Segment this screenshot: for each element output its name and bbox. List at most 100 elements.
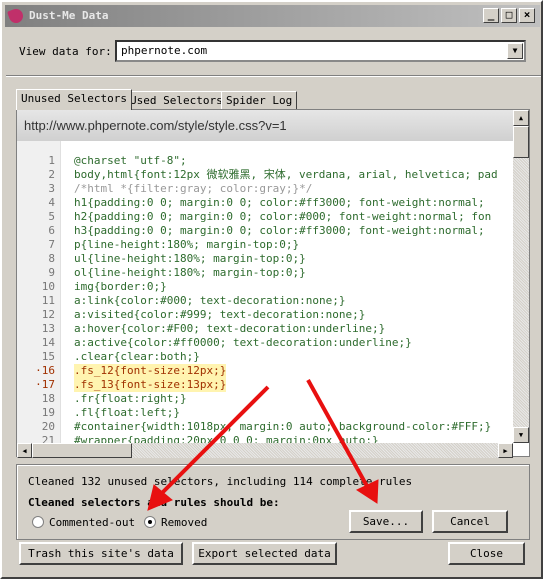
line-number: 12 <box>41 308 55 321</box>
line-text: @charset "utf-8"; <box>74 154 187 167</box>
line-number: 18 <box>41 392 55 405</box>
code-line: ·17 .fs_13{font-size:13px;} <box>17 378 513 392</box>
code-view: 1 @charset "utf-8"; 2 body,html{font:12px 微… <box>17 154 513 443</box>
removed-label[interactable]: Removed <box>161 516 207 529</box>
horizontal-scrollbar[interactable]: ◀ ▶ <box>17 443 513 458</box>
window-title: Dust-Me Data <box>29 9 109 22</box>
line-text: body,html{font:12px 微软雅黑, 宋体, verdana, a… <box>74 168 498 181</box>
line-number: 9 <box>48 266 55 279</box>
line-text: p{line-height:180%; margin-top:0;} <box>74 238 300 251</box>
line-number: 19 <box>41 406 55 419</box>
clean-question: Cleaned selectors and rules should be: <box>28 496 280 509</box>
removed-radio[interactable] <box>144 516 156 528</box>
line-text: .fs_13{font-size:13px;} <box>74 378 227 392</box>
tab-unused-selectors[interactable]: Unused Selectors <box>16 89 132 110</box>
clean-options-group: Cleaned 132 unused selectors, including … <box>16 464 530 540</box>
line-number: 7 <box>48 238 55 251</box>
line-number: 13 <box>41 322 55 335</box>
clean-status: Cleaned 132 unused selectors, including … <box>28 475 413 488</box>
dropdown-arrow-icon[interactable]: ▼ <box>507 43 523 59</box>
code-line: 14 a:active{color:#ff0000; text-decoratio… <box>17 336 513 350</box>
save-button[interactable]: Save... <box>349 510 423 533</box>
code-line: 5 h2{padding:0 0; margin:0 0; color:#000;… <box>17 210 513 224</box>
line-text: .fr{float:right;} <box>74 392 187 405</box>
dust-me-data-window: Dust-Me Data _ □ × View data for: phpern… <box>0 0 543 579</box>
line-text: .fs_12{font-size:12px;} <box>74 364 227 378</box>
code-line: 21 #wrapper{padding:20px 0 0 0; margin:0p… <box>17 434 513 443</box>
site-select[interactable]: phpernote.com ▼ <box>115 40 526 62</box>
code-line: ·16 .fs_12{font-size:12px;} <box>17 364 513 378</box>
line-number: 15 <box>41 350 55 363</box>
code-line: 2 body,html{font:12px 微软雅黑, 宋体, verdana, … <box>17 168 513 182</box>
line-number: 20 <box>41 420 55 433</box>
commented-out-label[interactable]: Commented-out <box>49 516 135 529</box>
scroll-thumb-horizontal[interactable] <box>32 443 132 458</box>
code-line: 3 /*html *{filter:gray; color:gray;}*/ <box>17 182 513 196</box>
vertical-scrollbar[interactable]: ▲ ▼ <box>513 110 529 443</box>
code-line: 15 .clear{clear:both;} <box>17 350 513 364</box>
stylesheet-url: http://www.phpernote.com/style/style.css… <box>17 110 513 141</box>
divider <box>6 75 541 77</box>
line-number: 5 <box>48 210 55 223</box>
maximize-button[interactable]: □ <box>501 8 517 23</box>
code-line: 11 a:link{color:#000; text-decoration:non… <box>17 294 513 308</box>
line-text: a:hover{color:#F00; text-decoration:unde… <box>74 322 386 335</box>
line-number: 11 <box>41 294 55 307</box>
line-text: /*html *{filter:gray; color:gray;}*/ <box>74 182 313 195</box>
view-data-label: View data for: <box>19 45 112 58</box>
close-button[interactable]: Close <box>448 542 525 565</box>
minimize-button[interactable]: _ <box>483 8 499 23</box>
line-number: 3 <box>48 182 55 195</box>
line-text: .clear{clear:both;} <box>74 350 200 363</box>
scroll-left-icon[interactable]: ◀ <box>17 443 32 458</box>
scroll-thumb[interactable] <box>513 126 529 158</box>
line-text: h2{padding:0 0; margin:0 0; color:#000; … <box>74 210 492 223</box>
code-line: 10 img{border:0;} <box>17 280 513 294</box>
code-line: 4 h1{padding:0 0; margin:0 0; color:#ff30… <box>17 196 513 210</box>
line-text: #container{width:1018px; margin:0 auto; … <box>74 420 492 433</box>
scroll-up-icon[interactable]: ▲ <box>513 110 529 126</box>
line-number: 1 <box>48 154 55 167</box>
line-text: .fl{float:left;} <box>74 406 180 419</box>
code-line: 13 a:hover{color:#F00; text-decoration:un… <box>17 322 513 336</box>
line-text: a:visited{color:#999; text-decoration:no… <box>74 308 366 321</box>
tab-used-selectors[interactable]: Used Selectors <box>125 91 228 110</box>
commented-out-radio[interactable] <box>32 516 44 528</box>
export-selected-data-button[interactable]: Export selected data <box>192 542 337 565</box>
close-window-button[interactable]: × <box>519 8 535 23</box>
line-number: 2 <box>48 168 55 181</box>
code-line: 7 p{line-height:180%; margin-top:0;} <box>17 238 513 252</box>
line-number: 21 <box>41 434 55 443</box>
code-line: 19 .fl{float:left;} <box>17 406 513 420</box>
line-text: h1{padding:0 0; margin:0 0; color:#ff300… <box>74 196 485 209</box>
line-text: a:link{color:#000; text-decoration:none;… <box>74 294 346 307</box>
trash-site-data-button[interactable]: Trash this site's data <box>19 542 183 565</box>
line-text: ul{line-height:180%; margin-top:0;} <box>74 252 306 265</box>
app-logo-icon <box>7 7 25 25</box>
line-text: #wrapper{padding:20px 0 0 0; margin:0px … <box>74 434 379 443</box>
code-line: 8 ul{line-height:180%; margin-top:0;} <box>17 252 513 266</box>
code-line: 18 .fr{float:right;} <box>17 392 513 406</box>
line-number: 14 <box>41 336 55 349</box>
code-line: 1 @charset "utf-8"; <box>17 154 513 168</box>
code-line: 9 ol{line-height:180%; margin-top:0;} <box>17 266 513 280</box>
line-text: a:active{color:#ff0000; text-decoration:… <box>74 336 412 349</box>
scroll-right-icon[interactable]: ▶ <box>498 443 513 458</box>
site-select-value: phpernote.com <box>121 44 208 57</box>
line-text: img{border:0;} <box>74 280 167 293</box>
line-text: ol{line-height:180%; margin-top:0;} <box>74 266 306 279</box>
line-number: ·16 <box>35 364 55 377</box>
line-number: 6 <box>48 224 55 237</box>
css-viewer: http://www.phpernote.com/style/style.css… <box>16 109 530 458</box>
tab-spider-log[interactable]: Spider Log <box>221 91 298 110</box>
line-number: 4 <box>48 196 55 209</box>
code-line: 12 a:visited{color:#999; text-decoration:… <box>17 308 513 322</box>
line-text: h3{padding:0 0; margin:0 0; color:#ff300… <box>74 224 485 237</box>
scroll-down-icon[interactable]: ▼ <box>513 427 529 443</box>
line-number: 8 <box>48 252 55 265</box>
cancel-button[interactable]: Cancel <box>432 510 508 533</box>
title-bar: Dust-Me Data _ □ × <box>5 5 540 27</box>
code-line: 20 #container{width:1018px; margin:0 auto… <box>17 420 513 434</box>
code-line: 6 h3{padding:0 0; margin:0 0; color:#ff30… <box>17 224 513 238</box>
line-number: ·17 <box>35 378 55 391</box>
